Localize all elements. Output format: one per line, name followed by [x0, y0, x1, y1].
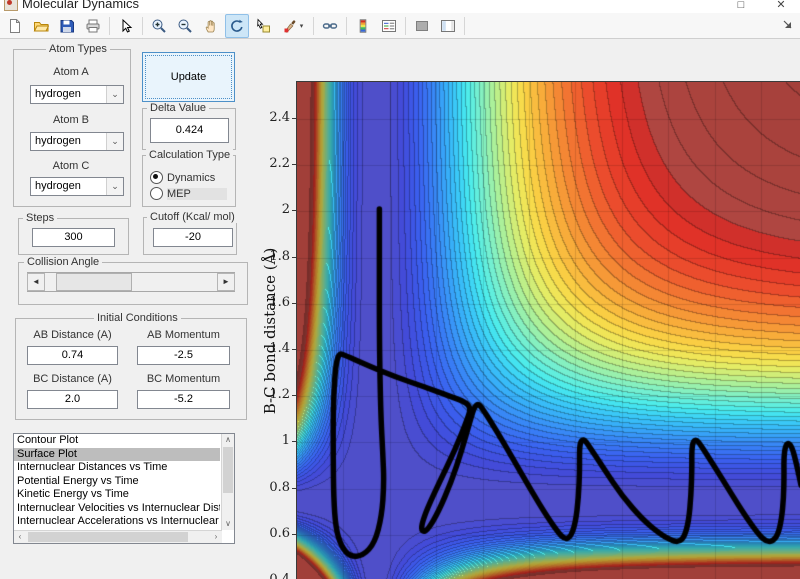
pan-icon [205, 19, 215, 32]
data-cursor-button[interactable] [251, 14, 275, 38]
print-figure-button[interactable] [81, 14, 105, 38]
rotate-3d-button[interactable] [225, 13, 249, 38]
app-icon [4, 0, 18, 11]
y-tick-mark [292, 117, 296, 119]
pan-button[interactable] [199, 14, 223, 38]
toolbar-separator [405, 16, 406, 35]
toolbar-separator [142, 16, 143, 35]
new-figure-icon [10, 18, 20, 33]
potential-energy-surface-plot[interactable] [296, 81, 800, 579]
insert-colorbar-button[interactable] [351, 14, 375, 38]
y-tick-label: 0.4 [256, 572, 290, 579]
y-tick-mark [292, 302, 296, 304]
show-plot-tools-button[interactable] [436, 14, 460, 38]
y-tick-label: 0.6 [269, 525, 290, 541]
figure-toolbar: ▾ [0, 13, 800, 39]
brush-data-button[interactable]: ▾ [277, 14, 309, 38]
molecular-dynamics-window: Molecular Dynamics □ ✕ ▾ Atom Types Atom… [0, 0, 800, 579]
dock-figure-icon[interactable] [780, 16, 796, 32]
zoom-in-button[interactable] [147, 14, 171, 38]
print-figure-icon [86, 19, 100, 32]
zoom-out-icon [178, 19, 192, 33]
edit-plot-button[interactable] [114, 14, 138, 38]
y-tick-mark [292, 533, 296, 535]
hide-plot-tools-button[interactable] [410, 14, 434, 38]
save-figure-icon [60, 19, 74, 32]
maximize-button[interactable]: □ [726, 0, 756, 12]
zoom-out-button[interactable] [173, 14, 197, 38]
toolbar-separator [109, 16, 110, 35]
plot-area: 0.40.60.811.21.41.61.822.22.40.40.60.811… [0, 39, 800, 579]
data-cursor-icon [257, 18, 270, 32]
toolbar-separator [313, 16, 314, 35]
y-axis-label: B-C bond distance (Å) [261, 247, 279, 415]
save-figure-button[interactable] [55, 14, 79, 38]
toolbar-separator [346, 16, 347, 35]
edit-plot-icon [122, 18, 133, 33]
window-title: Molecular Dynamics [22, 0, 140, 11]
link-plot-icon [322, 22, 338, 29]
y-tick-mark [292, 210, 296, 212]
insert-legend-button[interactable] [377, 14, 401, 38]
new-figure-button[interactable] [3, 14, 27, 38]
title-bar: Molecular Dynamics □ ✕ [0, 0, 800, 13]
show-plot-tools-icon [441, 19, 455, 32]
y-tick-mark [292, 395, 296, 397]
y-tick-mark [292, 487, 296, 489]
close-button[interactable]: ✕ [766, 0, 796, 12]
toolbar-separator [464, 16, 465, 35]
y-tick-mark [292, 256, 296, 258]
rotate-3d-icon [231, 19, 243, 32]
y-tick-mark [292, 348, 296, 350]
open-file-icon [33, 21, 49, 31]
insert-legend-icon [382, 19, 396, 32]
hide-plot-tools-icon [416, 20, 428, 31]
y-tick-mark [292, 164, 296, 166]
zoom-in-icon [152, 19, 166, 33]
insert-colorbar-icon [359, 18, 367, 33]
y-tick-label: 2.2 [269, 156, 290, 172]
y-tick-label: 0.8 [269, 479, 290, 495]
dropdown-arrow-icon: ▾ [299, 22, 304, 30]
open-file-button[interactable] [29, 14, 53, 38]
link-plot-button[interactable] [318, 14, 342, 38]
brush-data-icon [284, 19, 296, 33]
y-tick-label: 2.4 [269, 109, 290, 125]
y-tick-mark [292, 441, 296, 443]
